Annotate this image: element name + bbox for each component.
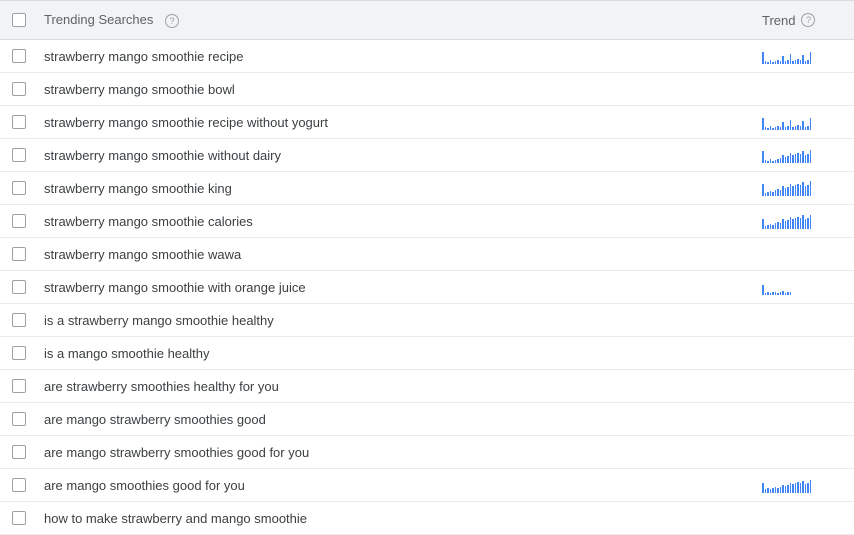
checkbox-cell bbox=[12, 412, 44, 426]
trend-sparkline bbox=[762, 147, 811, 163]
row-checkbox[interactable] bbox=[12, 247, 26, 261]
trend-sparkline bbox=[762, 279, 791, 295]
table-row[interactable]: strawberry mango smoothie bowl bbox=[0, 73, 854, 106]
row-checkbox[interactable] bbox=[12, 214, 26, 228]
table-row[interactable]: strawberry mango smoothie calories bbox=[0, 205, 854, 238]
searches-column-header: Trending Searches ? bbox=[44, 12, 762, 28]
table-row[interactable]: are mango strawberry smoothies good for … bbox=[0, 436, 854, 469]
trend-sparkline-cell bbox=[762, 114, 842, 130]
row-checkbox[interactable] bbox=[12, 82, 26, 96]
trend-sparkline-cell bbox=[762, 48, 842, 64]
trend-sparkline bbox=[762, 114, 811, 130]
checkbox-cell bbox=[12, 82, 44, 96]
trend-sparkline-cell bbox=[762, 180, 842, 196]
trend-sparkline bbox=[762, 180, 811, 196]
table-row[interactable]: are mango strawberry smoothies good bbox=[0, 403, 854, 436]
trend-sparkline bbox=[762, 48, 811, 64]
help-icon[interactable]: ? bbox=[801, 13, 815, 27]
query-text: is a mango smoothie healthy bbox=[44, 346, 762, 361]
searches-header-label: Trending Searches bbox=[44, 12, 153, 27]
table-row[interactable]: strawberry mango smoothie wawa bbox=[0, 238, 854, 271]
trend-column-header: Trend ? bbox=[762, 13, 842, 28]
query-text: strawberry mango smoothie calories bbox=[44, 214, 762, 229]
trend-sparkline-cell bbox=[762, 279, 842, 295]
row-checkbox[interactable] bbox=[12, 148, 26, 162]
checkbox-cell bbox=[12, 247, 44, 261]
query-text: are strawberry smoothies healthy for you bbox=[44, 379, 762, 394]
trend-sparkline-cell bbox=[762, 213, 842, 229]
table-row[interactable]: is a mango smoothie healthy bbox=[0, 337, 854, 370]
help-icon[interactable]: ? bbox=[165, 14, 179, 28]
select-all-checkbox[interactable] bbox=[12, 13, 26, 27]
checkbox-cell bbox=[12, 214, 44, 228]
checkbox-cell bbox=[12, 313, 44, 327]
checkbox-cell bbox=[12, 379, 44, 393]
table-row[interactable]: are strawberry smoothies healthy for you bbox=[0, 370, 854, 403]
row-checkbox[interactable] bbox=[12, 478, 26, 492]
query-text: strawberry mango smoothie without dairy bbox=[44, 148, 762, 163]
row-checkbox[interactable] bbox=[12, 379, 26, 393]
query-text: strawberry mango smoothie wawa bbox=[44, 247, 762, 262]
trend-header-label: Trend bbox=[762, 13, 795, 28]
row-checkbox[interactable] bbox=[12, 115, 26, 129]
select-all-cell bbox=[12, 13, 44, 27]
checkbox-cell bbox=[12, 280, 44, 294]
table-row[interactable]: how to make strawberry and mango smoothi… bbox=[0, 502, 854, 535]
table-row[interactable]: are mango smoothies good for you bbox=[0, 469, 854, 502]
checkbox-cell bbox=[12, 478, 44, 492]
trend-sparkline bbox=[762, 213, 811, 229]
table-row[interactable]: strawberry mango smoothie with orange ju… bbox=[0, 271, 854, 304]
row-checkbox[interactable] bbox=[12, 511, 26, 525]
row-checkbox[interactable] bbox=[12, 412, 26, 426]
table-row[interactable]: strawberry mango smoothie recipe without… bbox=[0, 106, 854, 139]
row-checkbox[interactable] bbox=[12, 181, 26, 195]
trend-sparkline bbox=[762, 477, 811, 493]
table-header: Trending Searches ? Trend ? bbox=[0, 0, 854, 40]
row-checkbox[interactable] bbox=[12, 280, 26, 294]
query-text: strawberry mango smoothie bowl bbox=[44, 82, 762, 97]
trend-sparkline-cell bbox=[762, 477, 842, 493]
row-checkbox[interactable] bbox=[12, 49, 26, 63]
table-row[interactable]: strawberry mango smoothie without dairy bbox=[0, 139, 854, 172]
query-text: strawberry mango smoothie recipe without… bbox=[44, 115, 762, 130]
checkbox-cell bbox=[12, 148, 44, 162]
query-text: are mango smoothies good for you bbox=[44, 478, 762, 493]
query-text: strawberry mango smoothie king bbox=[44, 181, 762, 196]
row-checkbox[interactable] bbox=[12, 313, 26, 327]
checkbox-cell bbox=[12, 49, 44, 63]
table-row[interactable]: is a strawberry mango smoothie healthy bbox=[0, 304, 854, 337]
query-text: are mango strawberry smoothies good for … bbox=[44, 445, 762, 460]
checkbox-cell bbox=[12, 445, 44, 459]
query-text: is a strawberry mango smoothie healthy bbox=[44, 313, 762, 328]
checkbox-cell bbox=[12, 511, 44, 525]
table-row[interactable]: strawberry mango smoothie king bbox=[0, 172, 854, 205]
trend-sparkline-cell bbox=[762, 147, 842, 163]
query-text: how to make strawberry and mango smoothi… bbox=[44, 511, 762, 526]
table-row[interactable]: strawberry mango smoothie recipe bbox=[0, 40, 854, 73]
row-checkbox[interactable] bbox=[12, 346, 26, 360]
checkbox-cell bbox=[12, 181, 44, 195]
checkbox-cell bbox=[12, 115, 44, 129]
query-text: strawberry mango smoothie recipe bbox=[44, 49, 762, 64]
row-checkbox[interactable] bbox=[12, 445, 26, 459]
query-text: are mango strawberry smoothies good bbox=[44, 412, 762, 427]
query-text: strawberry mango smoothie with orange ju… bbox=[44, 280, 762, 295]
checkbox-cell bbox=[12, 346, 44, 360]
